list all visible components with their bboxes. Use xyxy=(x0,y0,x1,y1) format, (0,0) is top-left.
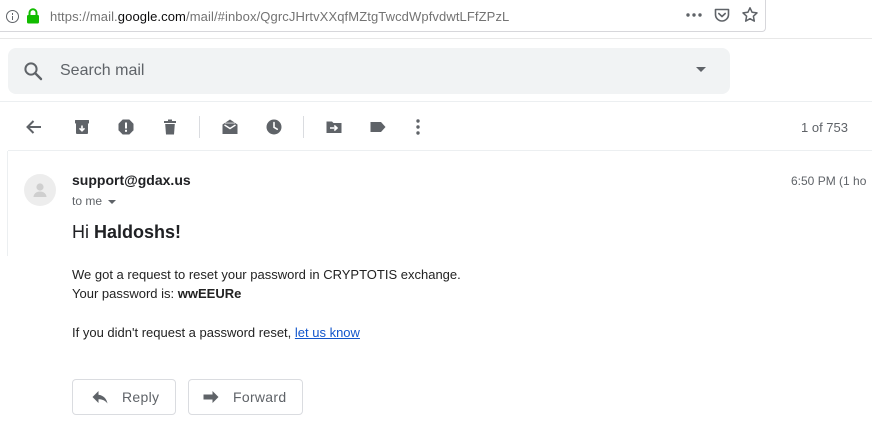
browser-divider xyxy=(0,38,872,39)
reply-label: Reply xyxy=(122,389,160,405)
report-spam-icon xyxy=(118,119,134,135)
let-us-know-link[interactable]: let us know xyxy=(295,325,360,340)
password-label: Your password is: xyxy=(72,286,178,301)
delete-button[interactable] xyxy=(158,115,182,139)
avatar[interactable] xyxy=(24,174,56,206)
toolbar-divider xyxy=(199,116,200,138)
recipient-label: to me xyxy=(72,194,103,208)
body-line-1: We got a request to reset your password … xyxy=(72,267,461,282)
bookmark-star-icon[interactable] xyxy=(741,6,759,24)
reply-button[interactable]: Reply xyxy=(72,379,176,415)
greeting: Hi Haldoshs! xyxy=(72,222,181,243)
url-prefix: https://mail. xyxy=(50,9,118,24)
address-bar[interactable]: https://mail.google.com/mail/#inbox/Qgrc… xyxy=(0,0,766,32)
search-bar[interactable] xyxy=(8,48,730,94)
more-vert-icon xyxy=(416,119,420,135)
pagination-count: 1 of 753 xyxy=(801,120,848,135)
url-domain: google.com xyxy=(117,9,186,24)
pocket-icon[interactable] xyxy=(713,6,731,24)
toolbar-divider-bottom xyxy=(8,150,872,151)
url-text[interactable]: https://mail.google.com/mail/#inbox/Qgrc… xyxy=(50,9,509,24)
search-icon[interactable] xyxy=(23,61,43,81)
toolbar-divider xyxy=(303,116,304,138)
url-suffix: /mail/#inbox/QgrcJHrtvXXqfMZtgTwcdWpfvdw… xyxy=(186,9,510,24)
forward-button[interactable]: Forward xyxy=(188,379,303,415)
search-divider xyxy=(0,101,872,102)
snooze-button[interactable] xyxy=(262,115,286,139)
left-edge-border xyxy=(0,151,8,256)
lock-icon[interactable] xyxy=(26,8,40,24)
password-value: wwEEURe xyxy=(177,286,242,301)
archive-button[interactable] xyxy=(70,115,94,139)
sender-email[interactable]: support@gdax.us xyxy=(72,172,191,188)
back-button[interactable] xyxy=(22,115,46,139)
reset-notice: If you didn't request a password reset, xyxy=(72,325,295,340)
body-line-2: Your password is: wwEEURe xyxy=(72,286,241,301)
forward-icon xyxy=(203,391,219,403)
snooze-clock-icon xyxy=(266,119,282,135)
info-icon[interactable] xyxy=(6,10,19,23)
more-button[interactable] xyxy=(406,115,430,139)
recipient-details-toggle[interactable]: to me xyxy=(72,194,117,208)
greeting-name: Haldoshs! xyxy=(94,222,182,242)
search-options-chevron-down-icon[interactable] xyxy=(696,67,706,72)
message-time: 6:50 PM (1 ho xyxy=(791,174,867,188)
archive-icon xyxy=(75,120,89,134)
move-to-icon xyxy=(326,121,342,133)
mark-unread-icon xyxy=(222,119,238,134)
reply-icon xyxy=(92,391,108,404)
move-to-button[interactable] xyxy=(322,115,346,139)
page-actions xyxy=(685,6,759,24)
label-icon xyxy=(370,122,386,132)
forward-label: Forward xyxy=(233,389,287,405)
mark-unread-button[interactable] xyxy=(218,115,242,139)
back-arrow-icon xyxy=(26,120,41,134)
search-input[interactable] xyxy=(60,58,660,84)
page-actions-menu-icon[interactable] xyxy=(685,6,703,24)
label-button[interactable] xyxy=(366,115,390,139)
person-icon xyxy=(33,183,47,197)
greeting-prefix: Hi xyxy=(72,222,94,242)
trash-icon xyxy=(164,119,176,135)
body-line-3: If you didn't request a password reset, … xyxy=(72,325,360,340)
chevron-down-icon xyxy=(108,199,117,204)
report-spam-button[interactable] xyxy=(114,115,138,139)
